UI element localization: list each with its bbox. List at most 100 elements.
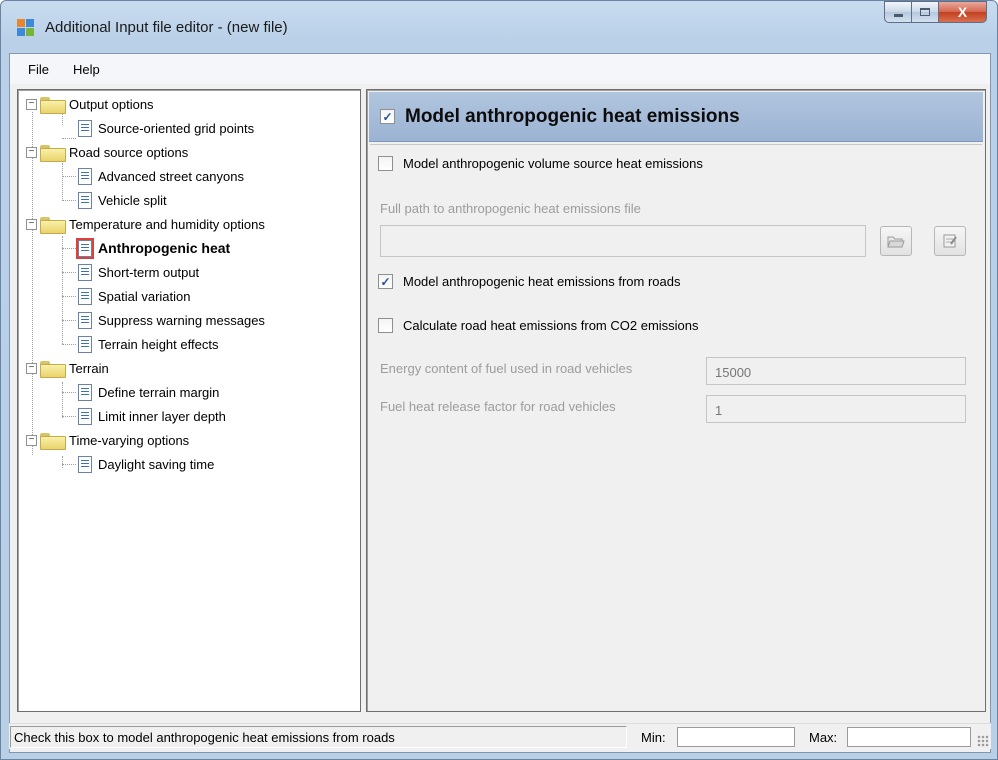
co2-checkbox[interactable] (378, 318, 393, 333)
tree-item-short-term-output[interactable]: Short-term output (62, 262, 199, 282)
tree-item-terrain-height-effects[interactable]: Terrain height effects (62, 334, 218, 354)
tree-item-label: Limit inner layer depth (98, 408, 226, 424)
document-icon (78, 455, 92, 473)
folder-icon (40, 216, 66, 234)
menu-help[interactable]: Help (61, 59, 112, 80)
collapse-icon[interactable]: − (26, 218, 37, 230)
tree-item-limit-inner-layer-depth[interactable]: Limit inner layer depth (62, 406, 226, 426)
browse-file-button[interactable] (880, 226, 912, 256)
client-area: File Help − Output options Source-orient… (9, 53, 991, 753)
model-heat-emissions-checkbox[interactable]: ✓ (380, 109, 395, 124)
status-bar: Check this box to model anthropogenic he… (9, 723, 991, 749)
tree-connector (62, 199, 76, 201)
options-tree[interactable]: − Output options Source-oriented grid po… (17, 89, 361, 712)
open-folder-icon (887, 236, 905, 248)
tree-item-label: Vehicle split (98, 192, 167, 208)
document-icon (78, 335, 92, 353)
tree-item-suppress-warning-messages[interactable]: Suppress warning messages (62, 310, 265, 330)
panel-header: ✓ Model anthropogenic heat emissions (369, 92, 983, 142)
tree-group-output-options[interactable]: − Output options (26, 94, 154, 114)
tree-item-label: Advanced street canyons (98, 168, 244, 184)
status-min-label: Min: (641, 730, 666, 745)
window-title: Additional Input file editor - (new file… (45, 18, 288, 36)
tree-item-label: Short-term output (98, 264, 200, 280)
status-max-label: Max: (809, 730, 838, 745)
minimize-button[interactable] (884, 1, 912, 23)
status-max-value (847, 727, 971, 747)
roads-row: ✓ Model anthropogenic heat emissions fro… (378, 274, 680, 289)
maximize-button[interactable] (912, 1, 939, 23)
tree-connector (62, 463, 76, 465)
panel-form: Model anthropogenic volume source heat e… (370, 144, 982, 708)
tree-connector (62, 295, 76, 297)
tree-item-source-oriented-grid-points[interactable]: Source-oriented grid points (62, 118, 255, 139)
tree-group-time-varying-options[interactable]: − Time-varying options (26, 430, 189, 450)
folder-icon (40, 144, 66, 162)
heat-release-input[interactable]: 1 (706, 395, 966, 423)
settings-panel: ✓ Model anthropogenic heat emissions Mod… (366, 89, 986, 712)
panel-title: Model anthropogenic heat emissions (405, 105, 740, 127)
folder-icon (40, 432, 66, 450)
tree-item-vehicle-split[interactable]: Vehicle split (62, 190, 167, 210)
tree-item-label: Spatial variation (98, 288, 191, 304)
tree-item-advanced-street-canyons[interactable]: Advanced street canyons (62, 166, 244, 186)
volume-source-row: Model anthropogenic volume source heat e… (378, 156, 703, 171)
co2-label: Calculate road heat emissions from CO2 e… (403, 318, 699, 333)
collapse-icon[interactable]: − (26, 362, 37, 374)
tree-item-label: Source-oriented grid points (98, 120, 255, 136)
tree-group-road-source-options[interactable]: − Road source options (26, 142, 188, 162)
close-icon: X (957, 4, 968, 20)
resize-grip-icon[interactable] (977, 735, 989, 747)
tree-group-label: Output options (69, 96, 154, 112)
tree-item-define-terrain-margin[interactable]: Define terrain margin (62, 382, 219, 402)
tree-connector (62, 391, 76, 393)
file-path-input[interactable] (380, 225, 866, 257)
collapse-icon[interactable]: − (26, 434, 37, 446)
roads-checkbox[interactable]: ✓ (378, 274, 393, 289)
title-bar[interactable]: Additional Input file editor - (new file… (1, 1, 997, 53)
volume-source-label: Model anthropogenic volume source heat e… (403, 156, 703, 171)
tree-item-label: Daylight saving time (98, 456, 215, 472)
tree-item-label: Anthropogenic heat (98, 240, 231, 256)
tree-item-spatial-variation[interactable]: Spatial variation (62, 286, 191, 306)
document-icon (78, 383, 92, 401)
tree-connector (62, 271, 76, 273)
menu-bar: File Help (10, 54, 990, 84)
tree-group-label: Terrain (69, 360, 109, 376)
document-icon (78, 263, 92, 281)
document-icon (78, 311, 92, 329)
collapse-icon[interactable]: − (26, 146, 37, 158)
menu-file[interactable]: File (16, 59, 61, 80)
tree-item-label: Terrain height effects (98, 336, 219, 352)
tree-connector (62, 137, 76, 139)
maximize-icon (920, 8, 930, 16)
tree-connector (62, 415, 76, 417)
edit-document-icon (943, 234, 957, 248)
volume-source-checkbox[interactable] (378, 156, 393, 171)
tree-group-label: Road source options (69, 144, 189, 160)
document-icon (78, 407, 92, 425)
folder-icon (40, 360, 66, 378)
tree-item-anthropogenic-heat[interactable]: Anthropogenic heat (62, 237, 231, 259)
app-window: Additional Input file editor - (new file… (0, 0, 998, 760)
tree-connector (62, 319, 76, 321)
tree-item-daylight-saving-time[interactable]: Daylight saving time (62, 454, 214, 474)
tree-connector (62, 175, 76, 177)
document-icon (78, 167, 92, 185)
collapse-icon[interactable]: − (26, 98, 37, 110)
close-button[interactable]: X (939, 1, 987, 23)
file-path-label: Full path to anthropogenic heat emission… (380, 201, 641, 216)
energy-content-label: Energy content of fuel used in road vehi… (380, 361, 633, 376)
document-icon (78, 119, 92, 137)
document-icon (76, 237, 94, 259)
folder-icon (40, 96, 66, 114)
energy-content-input[interactable]: 15000 (706, 357, 966, 385)
app-icon (15, 17, 35, 37)
tree-item-label: Define terrain margin (98, 384, 220, 400)
tree-item-label: Suppress warning messages (98, 312, 265, 328)
edit-file-button[interactable] (934, 226, 966, 256)
tree-connector (62, 247, 76, 249)
tree-group-terrain[interactable]: − Terrain (26, 358, 109, 378)
co2-row: Calculate road heat emissions from CO2 e… (378, 318, 699, 333)
tree-group-temperature-humidity[interactable]: − Temperature and humidity options (26, 214, 265, 234)
